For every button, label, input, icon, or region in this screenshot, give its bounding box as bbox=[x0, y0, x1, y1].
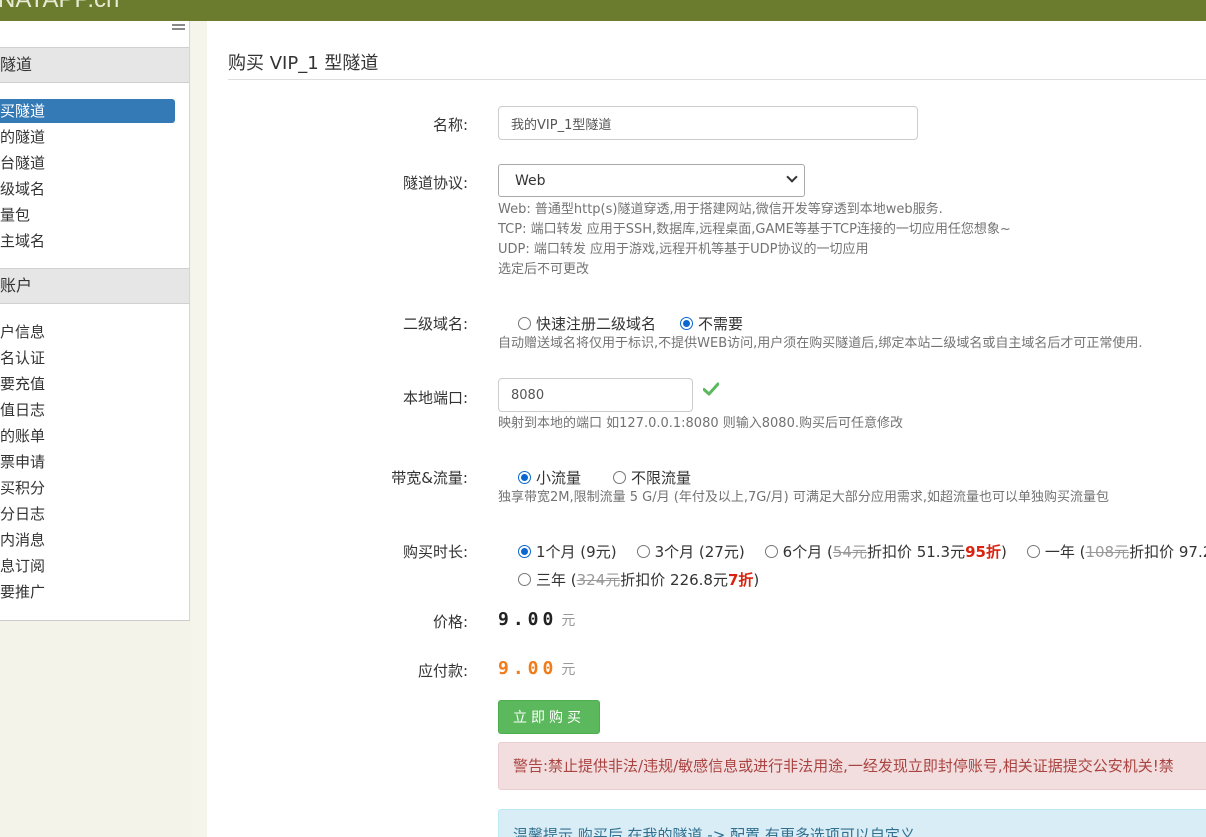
warning-alert: 警告:禁止提供非法/违规/敏感信息或进行非法用途,一经发现立即封停账号,相关证据… bbox=[498, 742, 1206, 790]
page-title: 购买 VIP_1 型隧道 bbox=[228, 53, 379, 74]
check-icon bbox=[703, 382, 719, 396]
radio-icon[interactable] bbox=[518, 573, 531, 586]
subdomain-label: 二级域名: bbox=[402, 315, 468, 333]
radio-selected-icon[interactable] bbox=[518, 471, 531, 484]
protocol-help-tcp: TCP: 端口转发 应用于SSH,数据库,远程桌面,GAME等基于TCP连接的一… bbox=[498, 222, 1011, 237]
sidebar-section-account[interactable]: 账户 bbox=[0, 268, 189, 304]
bandwidth-option-unlimited[interactable]: 不限流量 bbox=[613, 467, 691, 488]
bandwidth-label: 带宽&流量: bbox=[391, 469, 468, 487]
radio-icon[interactable] bbox=[613, 471, 627, 484]
sidebar-item-buy-points[interactable]: 买积分 bbox=[0, 477, 189, 499]
sidebar-item-subscriptions[interactable]: 息订阅 bbox=[0, 555, 189, 577]
local-port-help: 映射到本地的端口 如127.0.0.1:8080 则输入8080.购买后可任意修… bbox=[498, 416, 903, 431]
brand-logo[interactable]: NATAPP.cn bbox=[0, 0, 119, 14]
buy-now-button[interactable]: 立即购买 bbox=[498, 700, 600, 734]
main-content: 购买 VIP_1 型隧道 名称: 我的VIP_1型隧道 隧道协议: Web We… bbox=[207, 21, 1206, 837]
sidebar-item-bills[interactable]: 的账单 bbox=[0, 425, 189, 447]
title-divider bbox=[228, 79, 1206, 80]
sidebar-item-traffic-pack[interactable]: 量包 bbox=[0, 204, 189, 226]
bandwidth-radio-group: 小流量 不限流量 bbox=[518, 467, 711, 488]
duration-option-1month[interactable]: 1个月 (9元) bbox=[518, 541, 617, 562]
payable-value: 9.00 元 bbox=[498, 658, 576, 679]
price-value: 9.00 元 bbox=[498, 609, 576, 630]
sidebar-item-my-tunnels[interactable]: 的隧道 bbox=[0, 126, 189, 148]
radio-icon[interactable] bbox=[636, 545, 650, 558]
chevron-down-icon bbox=[786, 171, 798, 183]
sidebar-item-own-domain[interactable]: 主域名 bbox=[0, 230, 189, 252]
protocol-label: 隧道协议: bbox=[402, 174, 468, 192]
name-label: 名称: bbox=[432, 116, 468, 134]
sidebar-item-messages[interactable]: 内消息 bbox=[0, 529, 189, 551]
sidebar-item-recharge[interactable]: 要充值 bbox=[0, 373, 189, 395]
content-gutter bbox=[191, 21, 207, 837]
bandwidth-help: 独享带宽2M,限制流量 5 G/月 (年付及以上,7G/月) 可满足大部分应用需… bbox=[498, 490, 1110, 505]
price-label: 价格: bbox=[432, 613, 468, 631]
protocol-help-udp: UDP: 端口转发 应用于游戏,远程开机等基于UDP协议的一切应用 bbox=[498, 242, 869, 257]
duration-label: 购买时长: bbox=[402, 543, 468, 561]
duration-radio-group-row2: 三年 (324元 折扣价 226.8元 7折) bbox=[518, 569, 779, 590]
sidebar-item-platform-tunnels[interactable]: 台隧道 bbox=[0, 152, 189, 174]
duration-option-3year[interactable]: 三年 (324元 折扣价 226.8元 7折) bbox=[518, 569, 759, 590]
sidebar-item-invoice[interactable]: 票申请 bbox=[0, 451, 189, 473]
top-navbar: NATAPP.cn bbox=[0, 0, 1206, 21]
payable-label: 应付款: bbox=[417, 662, 468, 680]
sidebar-item-points-log[interactable]: 分日志 bbox=[0, 503, 189, 525]
protocol-select-value: Web bbox=[515, 172, 546, 189]
name-input[interactable]: 我的VIP_1型隧道 bbox=[498, 106, 918, 140]
local-port-input[interactable]: 8080 bbox=[498, 378, 693, 412]
bandwidth-option-small[interactable]: 小流量 bbox=[518, 467, 581, 488]
sidebar-item-account-info[interactable]: 户信息 bbox=[0, 321, 189, 343]
radio-icon[interactable] bbox=[518, 317, 531, 330]
sidebar-item-recharge-log[interactable]: 值日志 bbox=[0, 399, 189, 421]
radio-selected-icon[interactable] bbox=[680, 317, 694, 330]
sidebar: 隧道 买隧道 的隧道 台隧道 级域名 量包 主域名 账户 户信息 名认证 要充值… bbox=[0, 21, 190, 621]
tip-alert: 温馨提示 购买后 在我的隧道 -> 配置 有更多选项可以自定义 bbox=[498, 809, 1206, 837]
sidebar-item-promotion[interactable]: 要推广 bbox=[0, 581, 189, 603]
subdomain-radio-group: 快速注册二级域名 不需要 bbox=[518, 313, 763, 334]
local-port-label: 本地端口: bbox=[402, 389, 468, 407]
duration-option-3month[interactable]: 3个月 (27元) bbox=[636, 541, 745, 562]
protocol-select[interactable]: Web bbox=[498, 164, 805, 197]
subdomain-help: 自动赠送域名将仅用于标识,不提供WEB访问,用户须在购买隧道后,绑定本站二级域名… bbox=[498, 336, 1143, 351]
protocol-help: Web: 普通型http(s)隧道穿透,用于搭建网站,微信开发等穿透到本地web… bbox=[498, 200, 1011, 280]
radio-selected-icon[interactable] bbox=[518, 545, 531, 558]
duration-option-6month[interactable]: 6个月 (54元 折扣价 51.3元 95折) bbox=[764, 541, 1007, 562]
radio-icon[interactable] bbox=[764, 545, 778, 558]
sidebar-item-verification[interactable]: 名认证 bbox=[0, 347, 189, 369]
subdomain-option-register[interactable]: 快速注册二级域名 bbox=[518, 313, 656, 334]
sidebar-section-tunnel[interactable]: 隧道 bbox=[0, 47, 189, 83]
protocol-help-note: 选定后不可更改 bbox=[498, 262, 590, 277]
sidebar-collapse-icon[interactable] bbox=[172, 24, 185, 35]
duration-radio-group-row1: 1个月 (9元) 3个月 (27元) 6个月 (54元 折扣价 51.3元 95… bbox=[518, 541, 1206, 562]
duration-option-1year[interactable]: 一年 (108元 折扣价 97.2元 9折) bbox=[1026, 541, 1206, 562]
sidebar-item-subdomain[interactable]: 级域名 bbox=[0, 178, 189, 200]
protocol-help-web: Web: 普通型http(s)隧道穿透,用于搭建网站,微信开发等穿透到本地web… bbox=[498, 202, 943, 217]
subdomain-option-none[interactable]: 不需要 bbox=[680, 313, 743, 334]
sidebar-item-buy-tunnel[interactable]: 买隧道 bbox=[0, 99, 175, 123]
radio-icon[interactable] bbox=[1026, 545, 1040, 558]
